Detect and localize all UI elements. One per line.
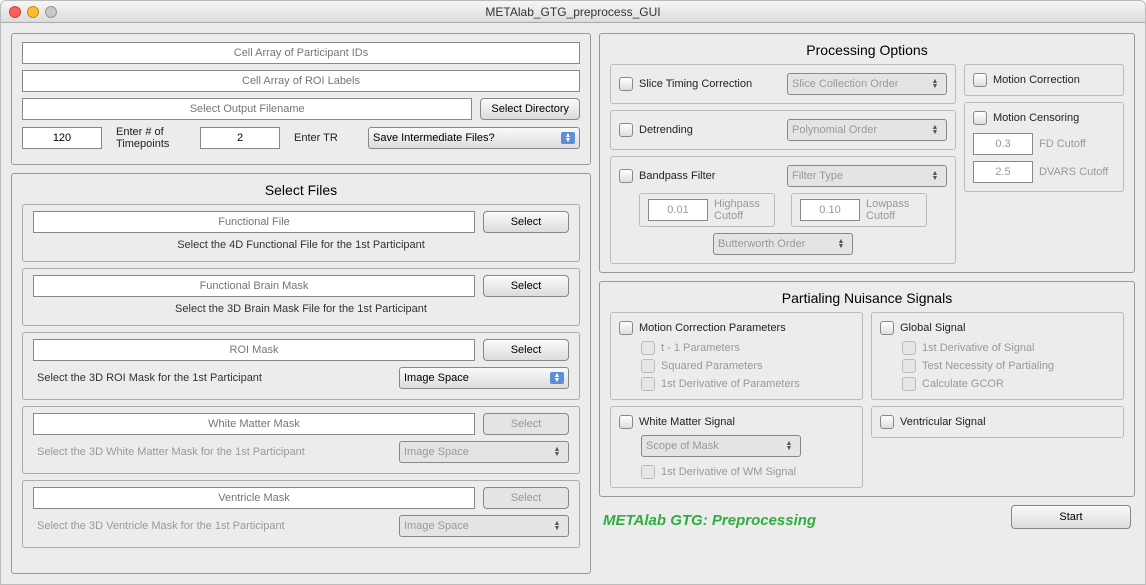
global-test-checkbox[interactable] [902, 359, 916, 373]
chevron-updown-icon: ▲▼ [550, 372, 564, 384]
pns-title: Partialing Nuisance Signals [610, 290, 1124, 306]
chevron-updown-icon: ▲▼ [928, 79, 942, 89]
file-block: Select Select the 3D Brain Mask File for… [22, 268, 580, 326]
mcp-sq-checkbox[interactable] [641, 359, 655, 373]
chevron-updown-icon: ▲▼ [550, 521, 564, 531]
file-block: Select Select the 3D Ventricle Mask for … [22, 480, 580, 548]
motion-correction-checkbox[interactable] [973, 73, 987, 87]
setup-panel: Select Directory Enter # of Timepoints E… [11, 33, 591, 165]
select-file-button[interactable]: Select [483, 275, 569, 297]
file-hint: Select the 4D Functional File for the 1s… [33, 239, 569, 251]
select-file-button[interactable]: Select [483, 413, 569, 435]
filter-type-select[interactable]: Filter Type ▲▼ [787, 165, 947, 187]
file-block: Select Select the 3D ROI Mask for the 1s… [22, 332, 580, 400]
timepoints-label: Enter # of Timepoints [116, 126, 186, 150]
titlebar: METAlab_GTG_preprocess_GUI [1, 1, 1145, 23]
bandpass-group: Bandpass Filter Filter Type ▲▼ Highpass … [610, 156, 956, 264]
file-path-input[interactable] [33, 339, 475, 361]
select-directory-button[interactable]: Select Directory [480, 98, 580, 120]
wm-deriv-checkbox[interactable] [641, 465, 655, 479]
fd-cutoff-input[interactable] [973, 133, 1033, 155]
tr-input[interactable] [200, 127, 280, 149]
slice-order-select[interactable]: Slice Collection Order ▲▼ [787, 73, 947, 95]
file-path-input[interactable] [33, 487, 475, 509]
app-window: METAlab_GTG_preprocess_GUI Select Direct… [0, 0, 1146, 585]
select-file-button[interactable]: Select [483, 487, 569, 509]
wm-scope-select[interactable]: Scope of Mask ▲▼ [641, 435, 801, 457]
chevron-updown-icon: ▲▼ [928, 171, 942, 181]
window-title: METAlab_GTG_preprocess_GUI [1, 5, 1145, 19]
butterworth-select[interactable]: Butterworth Order ▲▼ [713, 233, 853, 255]
start-button[interactable]: Start [1011, 505, 1131, 529]
polynomial-order-select[interactable]: Polynomial Order ▲▼ [787, 119, 947, 141]
file-block: Select Select the 3D White Matter Mask f… [22, 406, 580, 474]
lowpass-input[interactable] [800, 199, 860, 221]
global-deriv-checkbox[interactable] [902, 341, 916, 355]
bandpass-checkbox[interactable] [619, 169, 633, 183]
mcp-group: Motion Correction Parameters t - 1 Param… [610, 312, 863, 400]
processing-title: Processing Options [610, 42, 1124, 58]
file-block: Select Select the 4D Functional File for… [22, 204, 580, 262]
global-gcor-checkbox[interactable] [902, 377, 916, 391]
highpass-input[interactable] [648, 199, 708, 221]
image-space-select[interactable]: Image Space ▲▼ [399, 441, 569, 463]
image-space-select[interactable]: Image Space ▲▼ [399, 515, 569, 537]
file-hint: Select the 3D Ventricle Mask for the 1st… [37, 520, 391, 532]
motion-censoring-group: Motion Censoring FD Cutoff DVARS Cutoff [964, 102, 1124, 192]
tr-label: Enter TR [294, 132, 354, 144]
chevron-updown-icon: ▲▼ [782, 441, 796, 451]
file-path-input[interactable] [33, 275, 475, 297]
brand-label: METAlab GTG: Preprocessing [603, 512, 816, 529]
file-path-input[interactable] [33, 211, 475, 233]
chevron-updown-icon: ▲▼ [928, 125, 942, 135]
mcp-deriv-checkbox[interactable] [641, 377, 655, 391]
file-hint: Select the 3D White Matter Mask for the … [37, 446, 391, 458]
chevron-updown-icon: ▲▼ [550, 447, 564, 457]
file-hint: Select the 3D ROI Mask for the 1st Parti… [37, 372, 391, 384]
mcp-checkbox[interactable] [619, 321, 633, 335]
participant-ids-input[interactable] [22, 42, 580, 64]
motion-censoring-checkbox[interactable] [973, 111, 987, 125]
ventricular-checkbox[interactable] [880, 415, 894, 429]
select-files-title: Select Files [22, 182, 580, 198]
select-file-button[interactable]: Select [483, 211, 569, 233]
timepoints-input[interactable] [22, 127, 102, 149]
global-checkbox[interactable] [880, 321, 894, 335]
chevron-updown-icon: ▲▼ [834, 239, 848, 249]
file-hint: Select the 3D Brain Mask File for the 1s… [33, 303, 569, 315]
select-file-button[interactable]: Select [483, 339, 569, 361]
chevron-updown-icon: ▲▼ [561, 132, 575, 144]
roi-labels-input[interactable] [22, 70, 580, 92]
detrending-checkbox[interactable] [619, 123, 633, 137]
image-space-select[interactable]: Image Space ▲▼ [399, 367, 569, 389]
mcp-t1-checkbox[interactable] [641, 341, 655, 355]
select-files-panel: Select Files Select Select the 4D Functi… [11, 173, 591, 574]
wm-checkbox[interactable] [619, 415, 633, 429]
slice-timing-checkbox[interactable] [619, 77, 633, 91]
global-group: Global Signal 1st Derivative of Signal T… [871, 312, 1124, 400]
save-intermediate-select[interactable]: Save Intermediate Files? ▲▼ [368, 127, 580, 149]
wm-group: White Matter Signal Scope of Mask ▲▼ 1st… [610, 406, 863, 488]
ventricular-group: Ventricular Signal [871, 406, 1124, 438]
dvars-cutoff-input[interactable] [973, 161, 1033, 183]
processing-options-panel: Processing Options Slice Timing Correcti… [599, 33, 1135, 273]
file-path-input[interactable] [33, 413, 475, 435]
pns-panel: Partialing Nuisance Signals Motion Corre… [599, 281, 1135, 497]
output-filename-input[interactable] [22, 98, 472, 120]
